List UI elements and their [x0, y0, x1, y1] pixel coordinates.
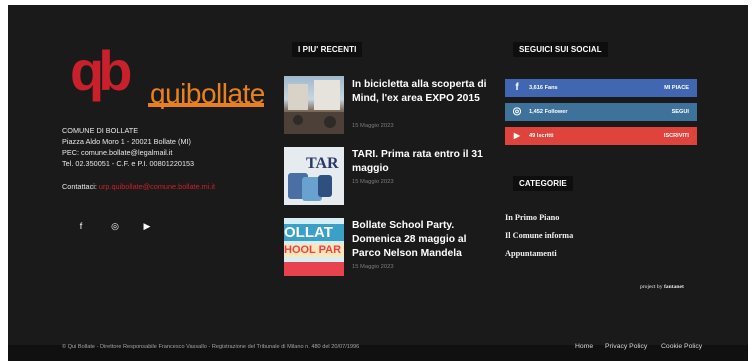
- comune-name: COMUNE DI BOLLATE: [62, 126, 139, 135]
- credit-name: fantanet: [663, 284, 684, 290]
- tari-thumb-text: TAR: [306, 155, 339, 172]
- school-party-thumb-line2: HOOL PAR: [284, 244, 344, 257]
- article-thumbnail[interactable]: OLLAT HOOL PAR: [284, 218, 344, 276]
- categories-heading: CATEGORIE: [513, 176, 573, 191]
- facebook-count: 3,616 Fans: [529, 85, 558, 91]
- logo-qb: qb: [70, 39, 132, 102]
- facebook-icon[interactable]: f: [72, 217, 90, 235]
- contacts-line: Contattaci: urp.quibollate@comune.bollat…: [62, 182, 215, 191]
- article-title[interactable]: Bollate School Party. Domenica 28 maggio…: [352, 219, 492, 261]
- quibollate-logo[interactable]: qb quibollate: [70, 41, 270, 115]
- footer-link-home[interactable]: Home: [575, 343, 593, 350]
- category-link[interactable]: Appuntamenti: [505, 249, 557, 258]
- recent-heading: I PIU' RECENTI: [292, 42, 363, 57]
- article-thumbnail[interactable]: TAR: [284, 147, 344, 205]
- article-date: 15 Maggio 2023: [352, 123, 394, 129]
- article-title[interactable]: In bicicletta alla scoperta di Mind, l'e…: [352, 78, 492, 106]
- logo-underline: [148, 103, 264, 107]
- category-link[interactable]: In Primo Piano: [505, 213, 559, 222]
- credit-prefix: project by: [640, 284, 663, 290]
- youtube-icon[interactable]: ▶: [138, 217, 156, 235]
- facebook-action: MI PIACE: [664, 85, 689, 91]
- project-credit[interactable]: project by fantanet: [640, 284, 684, 290]
- comune-pec: PEC: comune.bollate@legalmail.it: [62, 148, 173, 157]
- article-date: 15 Maggio 2023: [352, 264, 394, 270]
- comune-tel: Tel. 02.350051 - C.F. e P.I. 00801220153: [62, 159, 195, 168]
- instagram-count: 1,452 Follower: [529, 109, 568, 115]
- instagram-icon: ◎: [512, 106, 522, 117]
- footer-link-cookie[interactable]: Cookie Policy: [661, 343, 702, 350]
- youtube-count: 49 Iscritti: [529, 133, 554, 139]
- social-heading: SEGUICI SUI SOCIAL: [513, 42, 608, 57]
- copyright-text: © Qui Bollate - Direttore Responsabile F…: [62, 344, 360, 350]
- instagram-button[interactable]: ◎ 1,452 Follower SEGUI: [505, 103, 697, 121]
- youtube-button[interactable]: ▶ 49 Iscritti ISCRIVITI: [505, 127, 697, 145]
- bicycle-photo: [284, 80, 344, 134]
- youtube-action: ISCRIVITI: [663, 133, 689, 139]
- contacts-label: Contattaci:: [62, 182, 97, 191]
- instagram-icon[interactable]: ◎: [106, 217, 124, 235]
- youtube-icon: ▶: [513, 131, 521, 140]
- facebook-icon: f: [515, 82, 519, 93]
- category-link[interactable]: Il Comune informa: [505, 231, 573, 240]
- footer-link-privacy[interactable]: Privacy Policy: [605, 343, 647, 350]
- comune-address: Piazza Aldo Moro 1 - 20021 Bollate (MI): [62, 137, 191, 146]
- thumb-banner: [284, 262, 344, 276]
- facebook-button[interactable]: f 3,616 Fans MI PIACE: [505, 79, 697, 97]
- article-title[interactable]: TARI. Prima rata entro il 31 maggio: [352, 148, 492, 176]
- article-thumbnail[interactable]: [284, 76, 344, 134]
- contacts-email-link[interactable]: urp.quibollate@comune.bollate.mi.it: [99, 182, 215, 191]
- article-date: 15 Maggio 2023: [352, 179, 394, 185]
- school-party-thumb-line1: OLLAT: [284, 224, 344, 241]
- instagram-action: SEGUI: [671, 109, 689, 115]
